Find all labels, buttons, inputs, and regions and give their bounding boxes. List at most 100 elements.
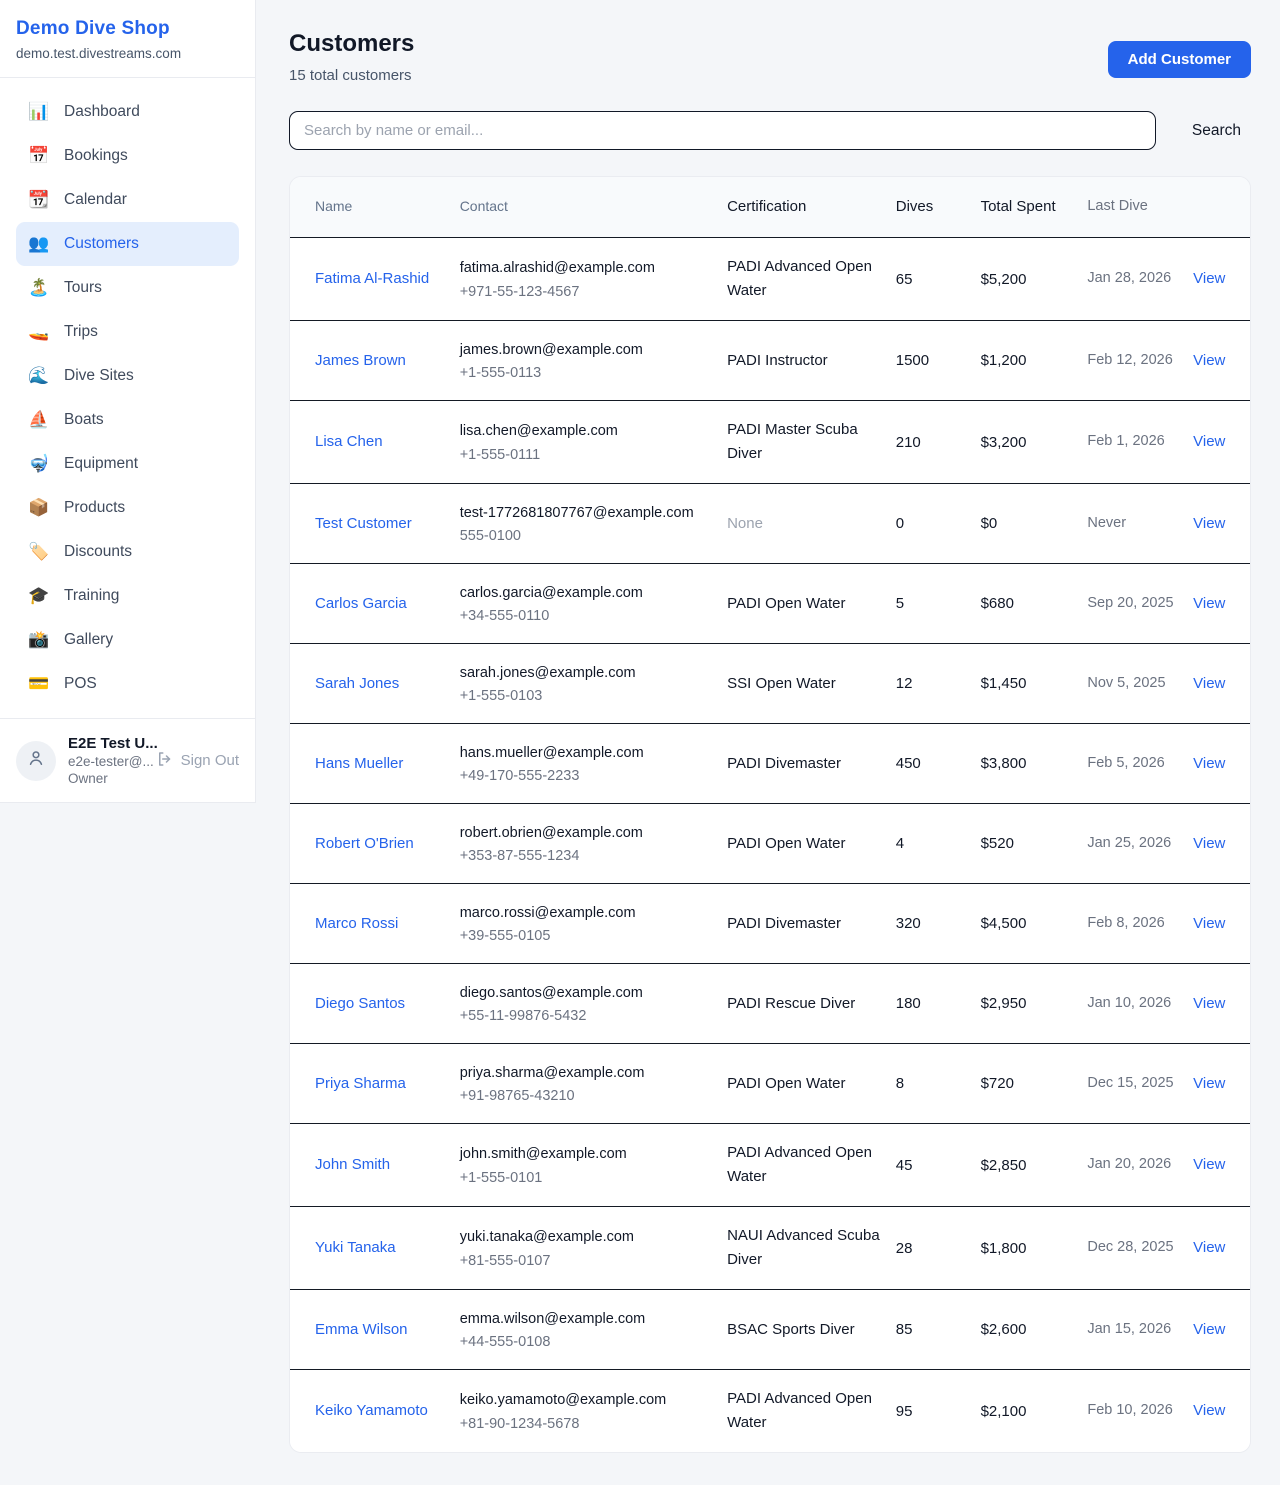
customer-name-link[interactable]: Test Customer <box>315 515 412 532</box>
customer-total-spent: $3,200 <box>981 434 1088 451</box>
table-row: Carlos Garcia carlos.garcia@example.com … <box>290 564 1250 644</box>
sidebar-item-label: Customers <box>64 235 139 253</box>
customer-last-dive: Jan 25, 2026 <box>1087 833 1193 855</box>
customer-name-link[interactable]: Diego Santos <box>315 995 405 1012</box>
customer-last-dive: Feb 8, 2026 <box>1087 913 1193 935</box>
customer-last-dive: Jan 20, 2026 <box>1087 1154 1193 1176</box>
customer-email: hans.mueller@example.com <box>460 743 713 764</box>
customer-last-dive: Feb 12, 2026 <box>1087 350 1193 372</box>
customer-name-link[interactable]: Priya Sharma <box>315 1075 406 1092</box>
sidebar-item-label: Tours <box>64 279 102 297</box>
customer-certification: PADI Advanced Open Water <box>727 255 896 303</box>
customer-email: priya.sharma@example.com <box>460 1063 713 1084</box>
customer-total-spent: $2,950 <box>981 995 1088 1012</box>
table-row: Yuki Tanaka yuki.tanaka@example.com +81-… <box>290 1207 1250 1290</box>
customers-table: Name Contact Certification Dives Total S… <box>289 176 1251 1453</box>
view-link[interactable]: View <box>1193 433 1225 450</box>
customer-name-link[interactable]: James Brown <box>315 352 406 369</box>
customer-phone: +1-555-0101 <box>460 1170 713 1186</box>
customer-dives: 5 <box>896 595 981 612</box>
view-link[interactable]: View <box>1193 755 1225 772</box>
customer-name-link[interactable]: Lisa Chen <box>315 433 383 450</box>
customer-email: diego.santos@example.com <box>460 983 713 1004</box>
credit-card-icon: 💳 <box>28 674 50 694</box>
sidebar-item-training[interactable]: 🎓 Training <box>16 574 239 618</box>
customer-phone: +49-170-555-2233 <box>460 768 713 784</box>
table-row: Emma Wilson emma.wilson@example.com +44-… <box>290 1290 1250 1370</box>
customer-phone: +1-555-0113 <box>460 365 713 381</box>
search-input[interactable] <box>289 111 1156 150</box>
customer-total-spent: $680 <box>981 595 1088 612</box>
brand: Demo Dive Shop demo.test.divestreams.com <box>0 0 255 78</box>
customer-name-link[interactable]: Fatima Al-Rashid <box>315 270 429 287</box>
table-row: Priya Sharma priya.sharma@example.com +9… <box>290 1044 1250 1124</box>
view-link[interactable]: View <box>1193 270 1225 287</box>
sidebar-item-customers[interactable]: 👥 Customers <box>16 222 239 266</box>
sidebar-item-calendar[interactable]: 📆 Calendar <box>16 178 239 222</box>
view-link[interactable]: View <box>1193 1321 1225 1338</box>
customer-name-link[interactable]: Emma Wilson <box>315 1321 408 1338</box>
customer-dives: 12 <box>896 675 981 692</box>
customer-phone: +81-555-0107 <box>460 1253 713 1269</box>
tear-off-calendar-icon: 📆 <box>28 190 50 210</box>
sidebar-item-label: Products <box>64 499 125 517</box>
page-header: Customers 15 total customers Add Custome… <box>289 30 1251 84</box>
sidebar-item-dashboard[interactable]: 📊 Dashboard <box>16 90 239 134</box>
customer-name-link[interactable]: Robert O'Brien <box>315 835 414 852</box>
sidebar-item-label: Trips <box>64 323 98 341</box>
table-row: Keiko Yamamoto keiko.yamamoto@example.co… <box>290 1370 1250 1452</box>
customer-name-link[interactable]: Sarah Jones <box>315 675 399 692</box>
add-customer-button[interactable]: Add Customer <box>1108 41 1251 78</box>
sidebar-item-gallery[interactable]: 📸 Gallery <box>16 618 239 662</box>
table-row: Hans Mueller hans.mueller@example.com +4… <box>290 724 1250 804</box>
sidebar-item-pos[interactable]: 💳 POS <box>16 662 239 706</box>
sidebar-item-label: Calendar <box>64 191 127 209</box>
customer-last-dive: Feb 5, 2026 <box>1087 753 1193 775</box>
view-link[interactable]: View <box>1193 352 1225 369</box>
view-link[interactable]: View <box>1193 1239 1225 1256</box>
customer-name-link[interactable]: Hans Mueller <box>315 755 403 772</box>
sidebar-item-discounts[interactable]: 🏷️ Discounts <box>16 530 239 574</box>
customer-total-spent: $520 <box>981 835 1088 852</box>
customer-name-link[interactable]: Carlos Garcia <box>315 595 407 612</box>
sidebar-item-bookings[interactable]: 📅 Bookings <box>16 134 239 178</box>
customer-name-link[interactable]: Yuki Tanaka <box>315 1239 396 1256</box>
view-link[interactable]: View <box>1193 1402 1225 1419</box>
table-row: Fatima Al-Rashid fatima.alrashid@example… <box>290 238 1250 321</box>
view-link[interactable]: View <box>1193 835 1225 852</box>
view-link[interactable]: View <box>1193 675 1225 692</box>
sidebar-item-dive-sites[interactable]: 🌊 Dive Sites <box>16 354 239 398</box>
customer-email: carlos.garcia@example.com <box>460 583 713 604</box>
customer-phone: +81-90-1234-5678 <box>460 1416 713 1432</box>
sidebar-item-label: Dashboard <box>64 103 140 121</box>
view-link[interactable]: View <box>1193 1156 1225 1173</box>
brand-name[interactable]: Demo Dive Shop <box>16 18 239 40</box>
customer-email: fatima.alrashid@example.com <box>460 258 713 279</box>
user-name: E2E Test U... <box>68 735 144 752</box>
sidebar-item-trips[interactable]: 🚤 Trips <box>16 310 239 354</box>
customer-dives: 8 <box>896 1075 981 1092</box>
sidebar-item-boats[interactable]: ⛵ Boats <box>16 398 239 442</box>
view-link[interactable]: View <box>1193 515 1225 532</box>
sidebar: Demo Dive Shop demo.test.divestreams.com… <box>0 0 256 803</box>
sidebar-item-products[interactable]: 📦 Products <box>16 486 239 530</box>
view-link[interactable]: View <box>1193 915 1225 932</box>
view-link[interactable]: View <box>1193 1075 1225 1092</box>
customer-last-dive: Never <box>1087 513 1193 535</box>
customer-dives: 0 <box>896 515 981 532</box>
customer-last-dive: Dec 28, 2025 <box>1087 1237 1193 1259</box>
customer-name-link[interactable]: John Smith <box>315 1156 390 1173</box>
view-link[interactable]: View <box>1193 995 1225 1012</box>
view-link[interactable]: View <box>1193 595 1225 612</box>
customer-name-link[interactable]: Keiko Yamamoto <box>315 1402 428 1419</box>
search-button[interactable]: Search <box>1182 122 1251 140</box>
customer-certification: PADI Open Water <box>727 832 896 856</box>
sign-out-button[interactable]: Sign Out <box>156 750 239 772</box>
customer-last-dive: Nov 5, 2025 <box>1087 673 1193 695</box>
sidebar-item-equipment[interactable]: 🤿 Equipment <box>16 442 239 486</box>
table-row: Sarah Jones sarah.jones@example.com +1-5… <box>290 644 1250 724</box>
sidebar-item-tours[interactable]: 🏝️ Tours <box>16 266 239 310</box>
customer-certification: BSAC Sports Diver <box>727 1318 896 1342</box>
customer-phone: +34-555-0110 <box>460 608 713 624</box>
customer-name-link[interactable]: Marco Rossi <box>315 915 398 932</box>
